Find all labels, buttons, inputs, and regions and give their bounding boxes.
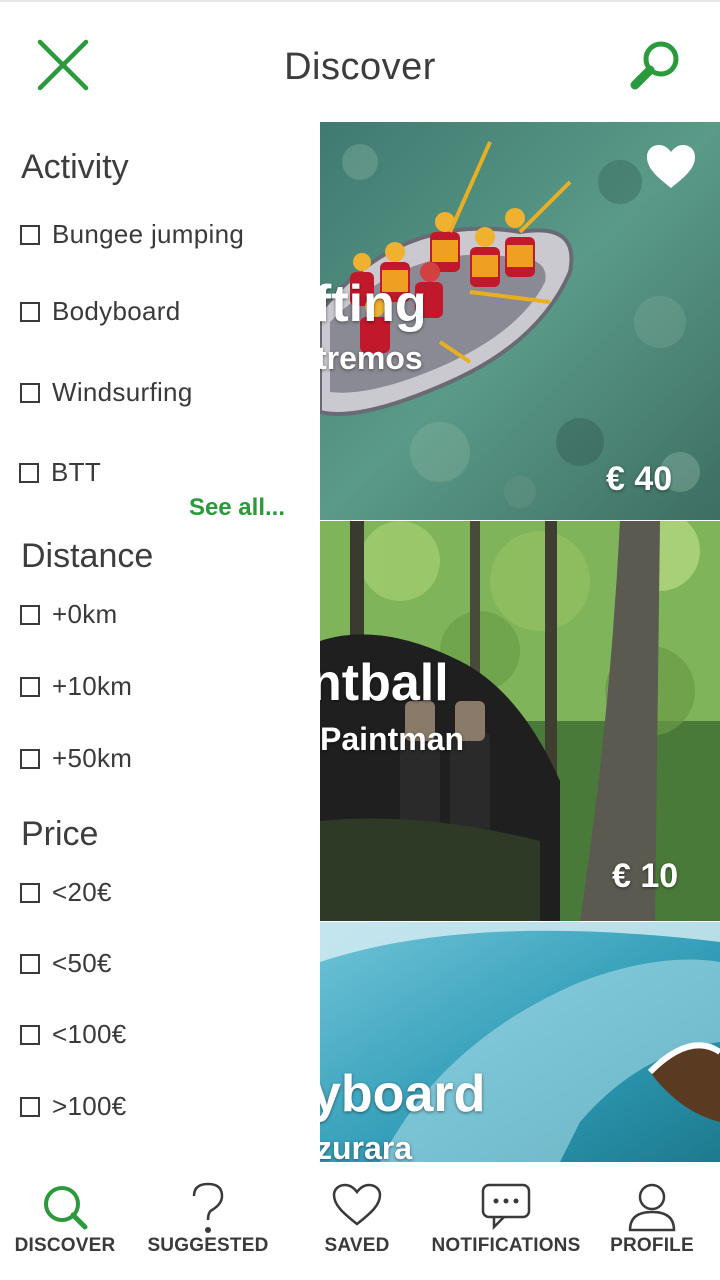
- filter-option-label: Bodyboard: [52, 296, 181, 326]
- filter-option-windsurfing[interactable]: Windsurfing: [20, 377, 193, 408]
- filter-option-label: Bungee jumping: [52, 219, 245, 249]
- checkbox[interactable]: [20, 301, 40, 322]
- card-title: ntball: [320, 654, 449, 712]
- see-all-link[interactable]: See all...: [189, 494, 285, 522]
- activity-card-bodyboard[interactable]: yboard zurara: [320, 922, 720, 1162]
- filter-option-label: +50km: [52, 743, 133, 773]
- filter-option-label: BTT: [51, 457, 102, 487]
- card-subtitle: tremos: [320, 340, 423, 376]
- filter-option-0km[interactable]: +0km: [20, 599, 118, 630]
- filter-panel: Activity Bungee jumping Bodyboard Windsu…: [0, 122, 320, 1162]
- card-price: € 10: [612, 857, 679, 895]
- filter-option-price-over-100[interactable]: >100€: [20, 1091, 127, 1122]
- card-subtitle: Paintman: [320, 721, 465, 757]
- search-button[interactable]: [628, 38, 684, 94]
- card-price: € 40: [606, 460, 673, 498]
- filter-option-label: <50€: [52, 948, 112, 978]
- filter-option-bodyboard[interactable]: Bodyboard: [20, 296, 180, 327]
- question-icon: [192, 1182, 224, 1233]
- nav-label: NOTIFICATIONS: [431, 1235, 581, 1256]
- filter-option-price-100[interactable]: <100€: [20, 1019, 127, 1050]
- header: Discover: [0, 2, 720, 122]
- distance-title: Distance: [21, 537, 154, 575]
- checkbox[interactable]: [20, 676, 40, 697]
- checkbox[interactable]: [20, 748, 40, 769]
- checkbox[interactable]: [20, 604, 40, 625]
- bottom-navigation: DISCOVER SUGGESTED SAVED NOTIFICATIONS P…: [0, 1162, 720, 1280]
- heart-icon: [332, 1183, 382, 1226]
- filter-option-btt[interactable]: BTT: [19, 457, 101, 488]
- filter-option-bungee-jumping[interactable]: Bungee jumping: [20, 219, 244, 250]
- person-icon: [628, 1183, 676, 1232]
- filter-option-price-20[interactable]: <20€: [20, 877, 112, 908]
- checkbox[interactable]: [20, 1024, 40, 1045]
- nav-item-profile[interactable]: PROFILE: [604, 1162, 700, 1280]
- heart-icon: [647, 145, 695, 188]
- nav-item-saved[interactable]: SAVED: [300, 1162, 414, 1280]
- checkbox[interactable]: [20, 953, 40, 974]
- favorite-button[interactable]: [646, 144, 696, 190]
- page-title: Discover: [284, 46, 436, 88]
- nav-item-suggested[interactable]: SUGGESTED: [140, 1162, 276, 1280]
- card-title: fting: [320, 275, 427, 333]
- bodyboard-photo: [320, 922, 720, 1162]
- filter-option-label: <20€: [52, 877, 112, 907]
- checkbox[interactable]: [20, 882, 40, 903]
- activity-card-list: fting tremos € 40 ntball Paintman € 10 y…: [320, 122, 720, 1162]
- nav-item-discover[interactable]: DISCOVER: [0, 1162, 130, 1280]
- filter-option-label: Windsurfing: [52, 377, 193, 407]
- nav-label: SAVED: [324, 1235, 390, 1256]
- card-subtitle: zurara: [320, 1130, 413, 1162]
- chat-icon: [481, 1183, 531, 1230]
- checkbox[interactable]: [20, 224, 40, 245]
- filter-option-label: +0km: [52, 599, 118, 629]
- activity-card-paintball[interactable]: ntball Paintman € 10: [320, 521, 720, 921]
- filter-option-50km[interactable]: +50km: [20, 743, 132, 774]
- price-title: Price: [21, 815, 99, 853]
- checkbox[interactable]: [20, 1096, 40, 1117]
- nav-label: DISCOVER: [14, 1235, 116, 1256]
- filter-option-label: >100€: [52, 1091, 127, 1121]
- activity-card-rafting[interactable]: fting tremos € 40: [320, 122, 720, 520]
- filter-option-label: <100€: [52, 1019, 127, 1049]
- nav-label: SUGGESTED: [147, 1235, 269, 1256]
- search-icon: [44, 1186, 88, 1230]
- nav-label: PROFILE: [610, 1235, 694, 1256]
- checkbox[interactable]: [19, 462, 39, 483]
- nav-item-notifications[interactable]: NOTIFICATIONS: [428, 1162, 584, 1280]
- activity-title: Activity: [21, 148, 129, 186]
- filter-option-price-50[interactable]: <50€: [20, 948, 112, 979]
- card-title: yboard: [320, 1065, 486, 1123]
- search-icon: [630, 41, 679, 90]
- filter-option-label: +10km: [52, 671, 133, 701]
- filter-option-10km[interactable]: +10km: [20, 671, 132, 702]
- checkbox[interactable]: [20, 382, 40, 403]
